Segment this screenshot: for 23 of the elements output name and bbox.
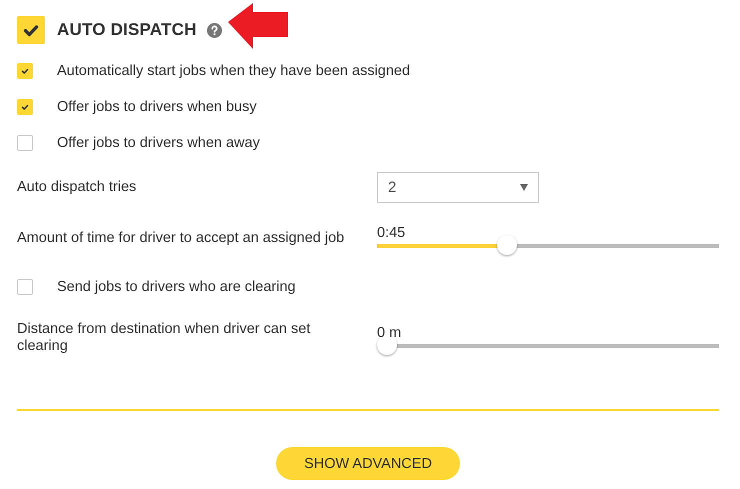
slider-value: 0 m [377, 325, 402, 341]
checkbox[interactable] [17, 279, 33, 295]
help-icon[interactable] [206, 22, 222, 38]
slider-value: 0:45 [377, 225, 406, 241]
setting-label: Send jobs to drivers who are clearing [57, 279, 296, 295]
checkbox[interactable] [17, 135, 33, 151]
setting-label: Offer jobs to drivers when away [57, 135, 260, 151]
checkbox[interactable] [17, 99, 33, 115]
setting-label: Distance from destination when driver can set clearing [17, 321, 312, 355]
setting-label: Amount of time for driver to accept an assigned job [17, 230, 346, 246]
checkbox[interactable] [17, 63, 33, 79]
tries-dropdown[interactable]: 2 [377, 172, 539, 202]
dropdown-caret-icon [520, 184, 528, 190]
pointer-arrow-icon [228, 3, 288, 49]
check-icon [20, 102, 30, 112]
setting-label: Offer jobs to drivers when busy [57, 99, 257, 115]
setting-label: Auto dispatch tries [17, 179, 138, 195]
slider-thumb[interactable] [496, 235, 517, 255]
section-title: AUTO DISPATCH [57, 20, 197, 40]
show-advanced-button[interactable]: SHOW ADVANCED [276, 447, 460, 480]
check-icon [20, 66, 30, 76]
checkbox[interactable] [17, 16, 45, 44]
setting-label: Automatically start jobs when they have been assigned [57, 63, 410, 79]
